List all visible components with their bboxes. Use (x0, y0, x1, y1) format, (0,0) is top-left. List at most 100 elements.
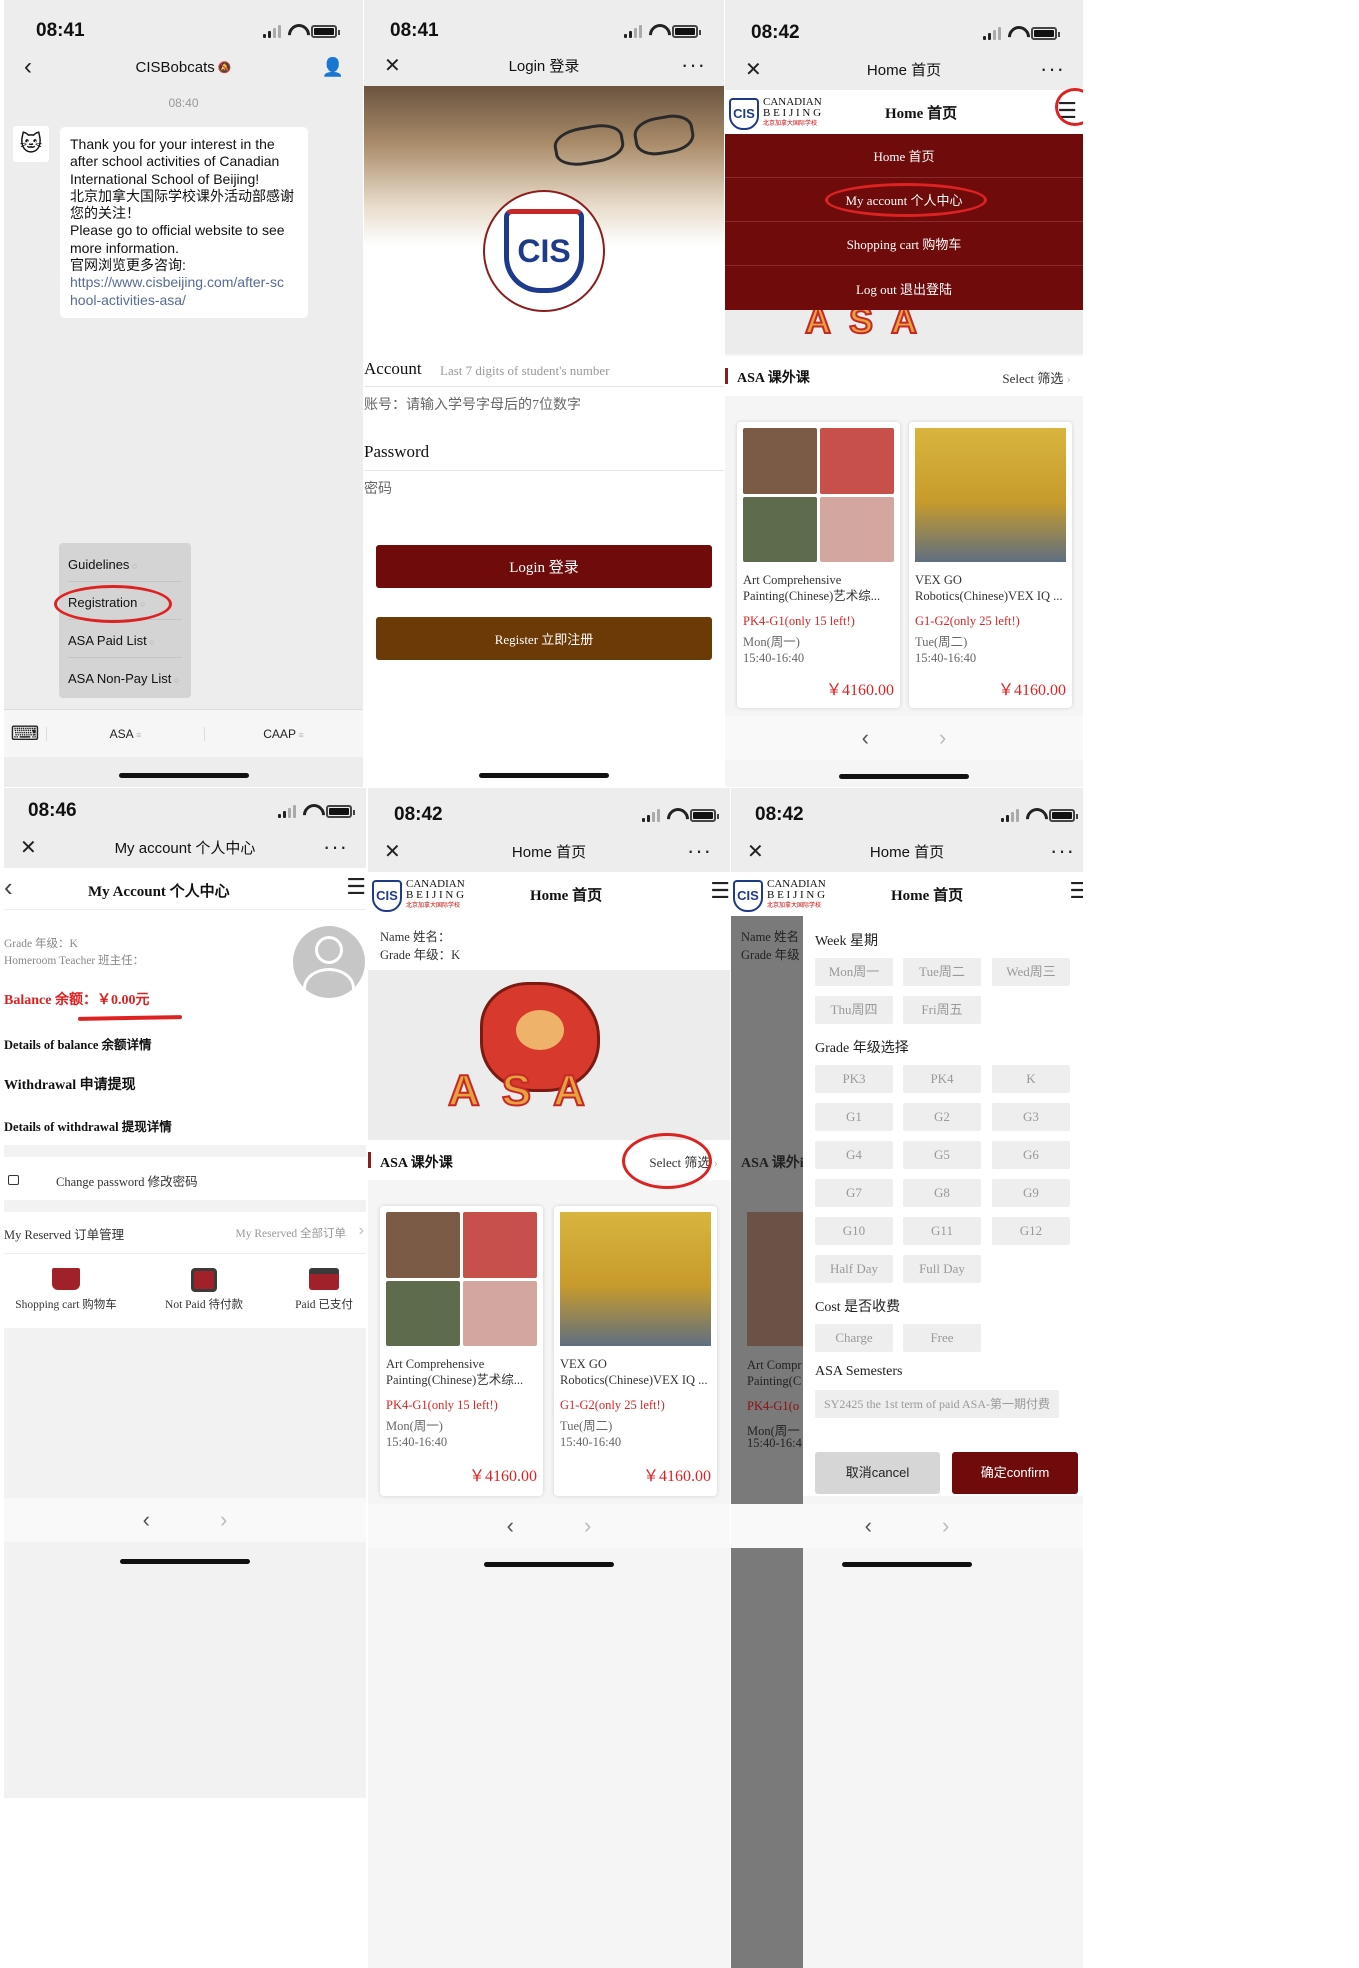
menu-item-shopping-cart[interactable]: Shopping cart 购物车 (725, 222, 1083, 266)
login-button[interactable]: Login 登录 (376, 545, 712, 588)
chip-grade[interactable]: G2 (903, 1103, 981, 1131)
close-icon[interactable]: ✕ (20, 835, 37, 860)
status-time: 08:42 (755, 804, 804, 825)
details-balance-link[interactable]: Details of balance 余额详情 (4, 1034, 152, 1053)
chip-full-day[interactable]: Full Day (903, 1255, 981, 1283)
register-button[interactable]: Register 立即注册 (376, 617, 712, 660)
back-arrow-icon[interactable]: ‹ (865, 1513, 872, 1539)
course-title: VEX GO (560, 1357, 607, 1371)
withdrawal-link[interactable]: Withdrawal 申请提现 (4, 1074, 136, 1094)
chip-grade[interactable]: G10 (815, 1217, 893, 1245)
more-icon[interactable]: ··· (687, 838, 712, 864)
course-grade: PK4-G1(o (747, 1399, 800, 1413)
back-icon[interactable]: ‹ (24, 53, 32, 81)
chip-free[interactable]: Free (903, 1324, 981, 1352)
more-icon[interactable]: ··· (323, 834, 348, 860)
forward-arrow-icon[interactable]: › (942, 1513, 949, 1539)
chip-fri[interactable]: Fri周五 (903, 996, 981, 1024)
close-icon[interactable]: ✕ (745, 57, 762, 82)
more-icon[interactable]: ··· (681, 52, 706, 78)
home-indicator (842, 1562, 972, 1567)
menu-item-registration[interactable]: Registration ○ (68, 595, 145, 610)
course-card[interactable]: VEX GO Robotics(Chinese)VEX IQ ... G1-G2… (554, 1206, 717, 1496)
status-icons (642, 808, 719, 822)
course-card[interactable]: Art Comprehensive Painting(Chinese)艺术综..… (737, 422, 900, 708)
message-line: Thank you for your interest in the (70, 136, 275, 152)
chip-grade[interactable]: G12 (992, 1217, 1070, 1245)
chip-grade[interactable]: G8 (903, 1179, 981, 1207)
password-input[interactable]: 密码 (364, 478, 392, 498)
close-icon[interactable]: ✕ (384, 53, 401, 78)
menu-item-asa-paid-list[interactable]: ASA Paid List ○ (68, 633, 155, 648)
paid-button[interactable]: Paid 已支付 (266, 1268, 366, 1312)
close-icon[interactable]: ✕ (384, 839, 401, 864)
chip-grade[interactable]: PK4 (903, 1065, 981, 1093)
chip-tue[interactable]: Tue周二 (903, 958, 981, 986)
back-arrow-icon[interactable]: ‹ (143, 1507, 150, 1533)
chip-wed[interactable]: Wed周三 (992, 958, 1070, 986)
chip-grade[interactable]: G11 (903, 1217, 981, 1245)
chip-grade[interactable]: G6 (992, 1141, 1070, 1169)
filter-drawer: Week 星期 Mon周一 Tue周二 Wed周三 Thu周四 Fri周五 Gr… (803, 916, 1083, 1496)
chip-grade[interactable]: G1 (815, 1103, 893, 1131)
course-card[interactable]: VEX GO Robotics(Chinese)VEX IQ ... G1-G2… (909, 422, 1072, 708)
menu-item-home[interactable]: Home 首页 (725, 134, 1083, 178)
select-filter-link[interactable]: Select 筛选 › (649, 1152, 718, 1171)
menu-item-my-account[interactable]: My account 个人中心 (725, 178, 1083, 222)
confirm-button[interactable]: 确定confirm (952, 1452, 1078, 1494)
keyboard-icon[interactable]: ⌨ (4, 721, 46, 746)
shopping-cart-button[interactable]: Shopping cart 购物车 (4, 1268, 128, 1312)
hamburger-menu-icon[interactable]: ☰ (1057, 98, 1077, 124)
avatar[interactable] (293, 926, 365, 998)
forward-arrow-icon[interactable]: › (220, 1507, 227, 1533)
menu-item-guidelines[interactable]: Guidelines ○ (68, 557, 137, 572)
bobcat-avatar[interactable]: 🐱 (13, 126, 49, 162)
menu-item-asa-non-pay-list[interactable]: ASA Non-Pay List ○ (68, 671, 179, 686)
chip-grade[interactable]: K (992, 1065, 1070, 1093)
account-input[interactable]: Last 7 digits of student's number (440, 363, 610, 379)
back-icon[interactable]: ‹ (4, 872, 13, 903)
select-filter-link[interactable]: Select 筛选 › (1002, 368, 1071, 387)
school-logo: CIS CANADIAN B E I J I N G 北京加拿大国际学校 (733, 879, 826, 912)
forward-arrow-icon[interactable]: › (584, 1513, 591, 1539)
tab-asa[interactable]: ASA ≡ (46, 726, 204, 741)
chip-semester[interactable]: SY2425 the 1st term of paid ASA-第一期付费 (815, 1390, 1059, 1418)
more-icon[interactable]: ··· (1050, 838, 1075, 864)
chip-grade[interactable]: G7 (815, 1179, 893, 1207)
reserved-row[interactable]: My Reserved 订单管理 My Reserved 全部订单 › (4, 1212, 366, 1254)
chip-half-day[interactable]: Half Day (815, 1255, 893, 1283)
more-icon[interactable]: ··· (1040, 56, 1065, 82)
reserved-all-link[interactable]: My Reserved 全部订单 (235, 1225, 346, 1241)
course-title-line2: Painting(Chinese)艺术综... (386, 1373, 524, 1387)
back-arrow-icon[interactable]: ‹ (507, 1513, 514, 1539)
chip-grade[interactable]: G3 (992, 1103, 1070, 1131)
chip-grade[interactable]: PK3 (815, 1065, 893, 1093)
close-icon[interactable]: ✕ (747, 839, 764, 864)
hamburger-menu-icon[interactable]: ☰ (710, 878, 730, 904)
page-behind-overlay: Name 姓名 Grade 年级 ASA 课外i Art Compr Paint… (731, 916, 807, 1968)
status-time: 08:46 (28, 800, 77, 821)
reserved-label: My Reserved 订单管理 (4, 1228, 125, 1242)
change-password-row[interactable]: Change password 修改密码 (4, 1158, 366, 1200)
account-header-title: My Account 个人中心 (88, 884, 230, 900)
details-withdrawal-link[interactable]: Details of withdrawal 提现详情 (4, 1116, 172, 1135)
chip-grade[interactable]: G4 (815, 1141, 893, 1169)
message-link[interactable]: https://www.cisbeijing.com/after-sc hool-… (70, 274, 298, 309)
not-paid-button[interactable]: Not Paid 待付款 (142, 1268, 266, 1312)
hamburger-menu-icon[interactable]: ☰ (346, 874, 366, 900)
chip-grade[interactable]: G9 (992, 1179, 1070, 1207)
chip-mon[interactable]: Mon周一 (815, 958, 893, 986)
profile-icon[interactable]: 👤 (322, 57, 345, 78)
chevron-right-icon: › (358, 1222, 364, 1239)
tab-caap[interactable]: CAAP ≡ (204, 726, 362, 741)
forward-arrow-icon[interactable]: › (939, 725, 946, 751)
course-card[interactable]: Art Comprehensive Painting(Chinese)艺术综..… (380, 1206, 543, 1496)
chip-charge[interactable]: Charge (815, 1324, 893, 1352)
chip-grade[interactable]: G5 (903, 1141, 981, 1169)
card-icon (309, 1268, 339, 1290)
back-arrow-icon[interactable]: ‹ (862, 725, 869, 751)
menu-item-log-out[interactable]: Log out 退出登陆 (725, 266, 1083, 310)
hamburger-menu-icon[interactable]: ☰ (1069, 878, 1083, 904)
chip-thu[interactable]: Thu周四 (815, 996, 893, 1024)
cancel-button[interactable]: 取消cancel (815, 1452, 940, 1494)
